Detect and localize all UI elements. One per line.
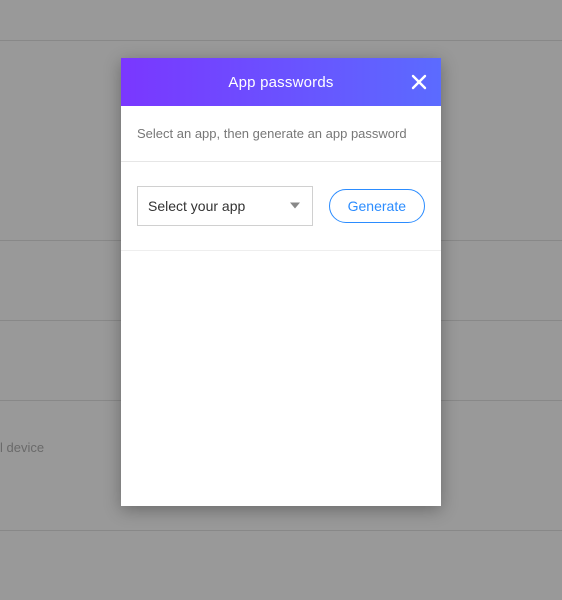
app-select[interactable]: Select your app <box>137 186 313 226</box>
modal-title: App passwords <box>228 74 333 91</box>
generate-button-label: Generate <box>348 198 406 214</box>
modal-body: Select your app Generate <box>121 162 441 251</box>
generate-button[interactable]: Generate <box>329 189 425 223</box>
modal-overlay: App passwords Select an app, then genera… <box>0 0 562 600</box>
modal-instructions: Select an app, then generate an app pass… <box>121 106 441 162</box>
caret-down-icon <box>290 203 300 210</box>
app-passwords-modal: App passwords Select an app, then genera… <box>121 58 441 506</box>
close-button[interactable] <box>407 70 431 94</box>
modal-empty-area <box>121 251 441 506</box>
app-select-placeholder: Select your app <box>148 198 245 214</box>
modal-header: App passwords <box>121 58 441 106</box>
close-icon <box>411 74 427 90</box>
